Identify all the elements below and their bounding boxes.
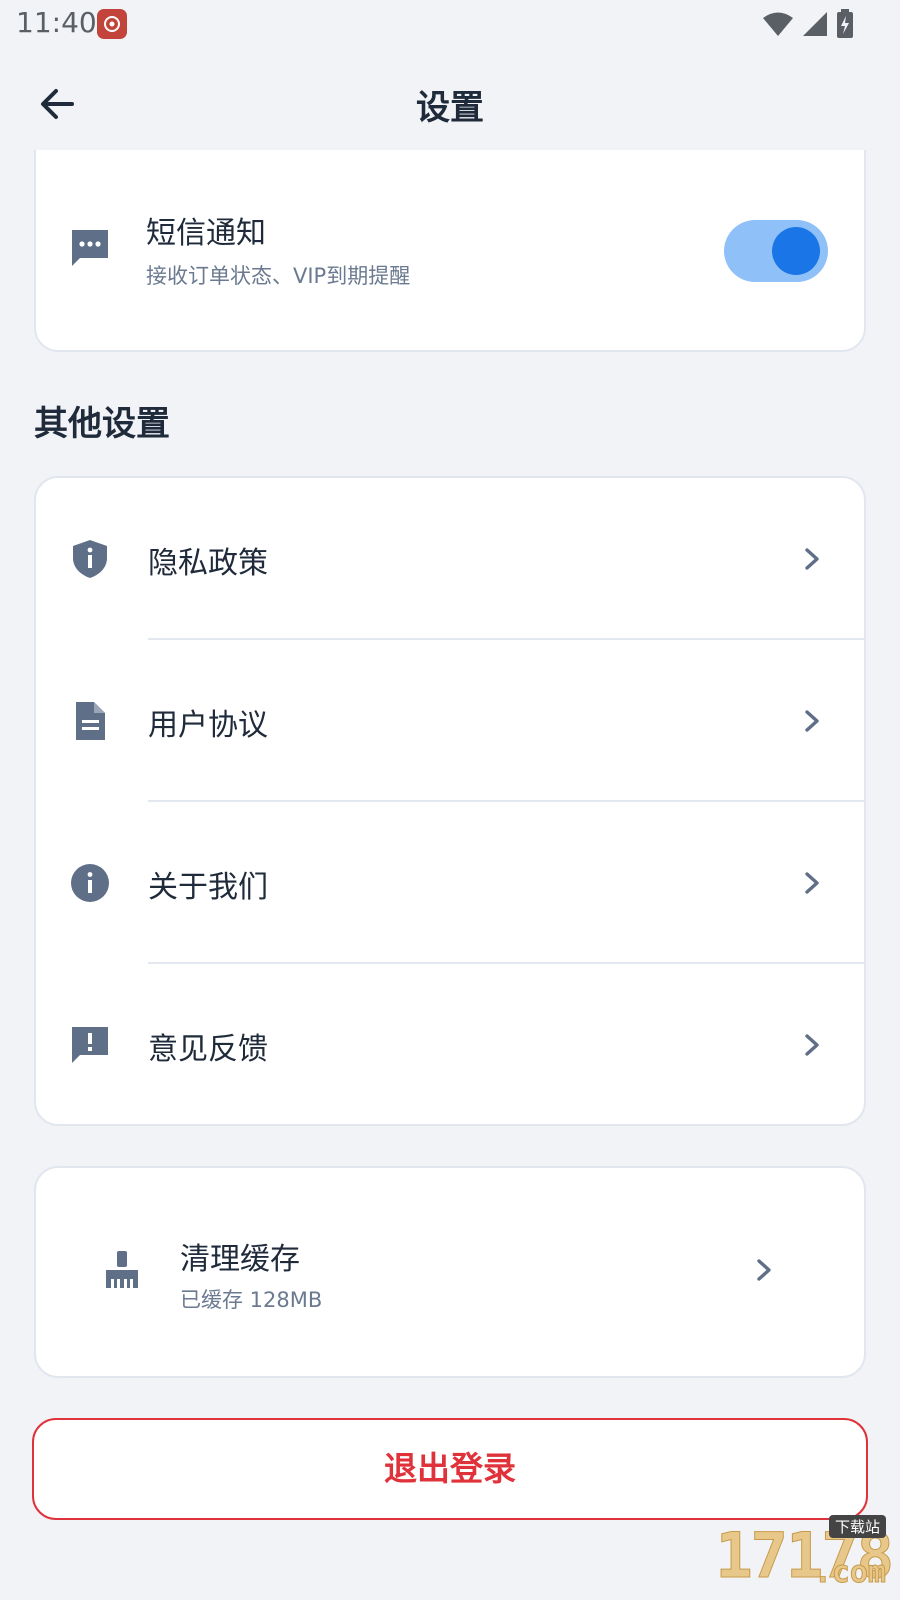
sms-subtitle: 接收订单状态、VIP到期提醒 bbox=[146, 264, 411, 288]
info-icon bbox=[71, 864, 109, 902]
status-time: 11:40 bbox=[16, 6, 97, 39]
chevron-right-icon bbox=[805, 710, 819, 732]
item-label: 隐私政策 bbox=[148, 546, 268, 581]
user-agreement-item[interactable]: 用户协议 bbox=[36, 640, 864, 802]
document-icon bbox=[76, 702, 105, 740]
page-title: 设置 bbox=[416, 88, 484, 128]
toggle-knob bbox=[772, 227, 820, 275]
feedback-item[interactable]: 意见反馈 bbox=[36, 964, 864, 1126]
sms-icon bbox=[72, 230, 108, 266]
app-notification-icon bbox=[97, 9, 127, 39]
item-label: 用户协议 bbox=[148, 708, 268, 743]
sms-toggle[interactable] bbox=[724, 220, 828, 282]
clear-cache-card[interactable]: 清理缓存 已缓存 128MB bbox=[34, 1166, 866, 1378]
chevron-right-icon bbox=[805, 872, 819, 894]
cache-title: 清理缓存 bbox=[180, 1242, 300, 1277]
chevron-right-icon bbox=[757, 1259, 771, 1281]
item-label: 关于我们 bbox=[148, 870, 268, 905]
feedback-icon bbox=[72, 1027, 108, 1063]
chevron-right-icon bbox=[805, 548, 819, 570]
signal-icon bbox=[803, 12, 827, 36]
logout-button[interactable]: 退出登录 bbox=[32, 1418, 868, 1520]
other-settings-card: 隐私政策 用户协议 关于我们 意见反馈 bbox=[34, 476, 866, 1126]
watermark-suffix: .com bbox=[813, 1555, 886, 1591]
sms-notification-card: 短信通知 接收订单状态、VIP到期提醒 bbox=[34, 150, 866, 352]
battery-charging-icon bbox=[837, 9, 853, 38]
broom-icon bbox=[106, 1251, 138, 1288]
wifi-icon bbox=[763, 12, 793, 36]
about-us-item[interactable]: 关于我们 bbox=[36, 802, 864, 964]
status-bar: 11:40 bbox=[0, 0, 900, 50]
section-heading: 其他设置 bbox=[34, 404, 170, 444]
privacy-policy-item[interactable]: 隐私政策 bbox=[36, 478, 864, 640]
cache-subtitle: 已缓存 128MB bbox=[180, 1288, 323, 1312]
item-label: 意见反馈 bbox=[148, 1032, 268, 1067]
chevron-right-icon bbox=[805, 1034, 819, 1056]
system-status-icons bbox=[762, 9, 854, 39]
watermark-logo: 17178 下载站 .com bbox=[715, 1515, 894, 1593]
watermark-tag: 下载站 bbox=[828, 1515, 886, 1538]
app-bar: 设置 bbox=[0, 50, 900, 160]
sms-title: 短信通知 bbox=[146, 216, 266, 251]
shield-info-icon bbox=[73, 540, 107, 578]
